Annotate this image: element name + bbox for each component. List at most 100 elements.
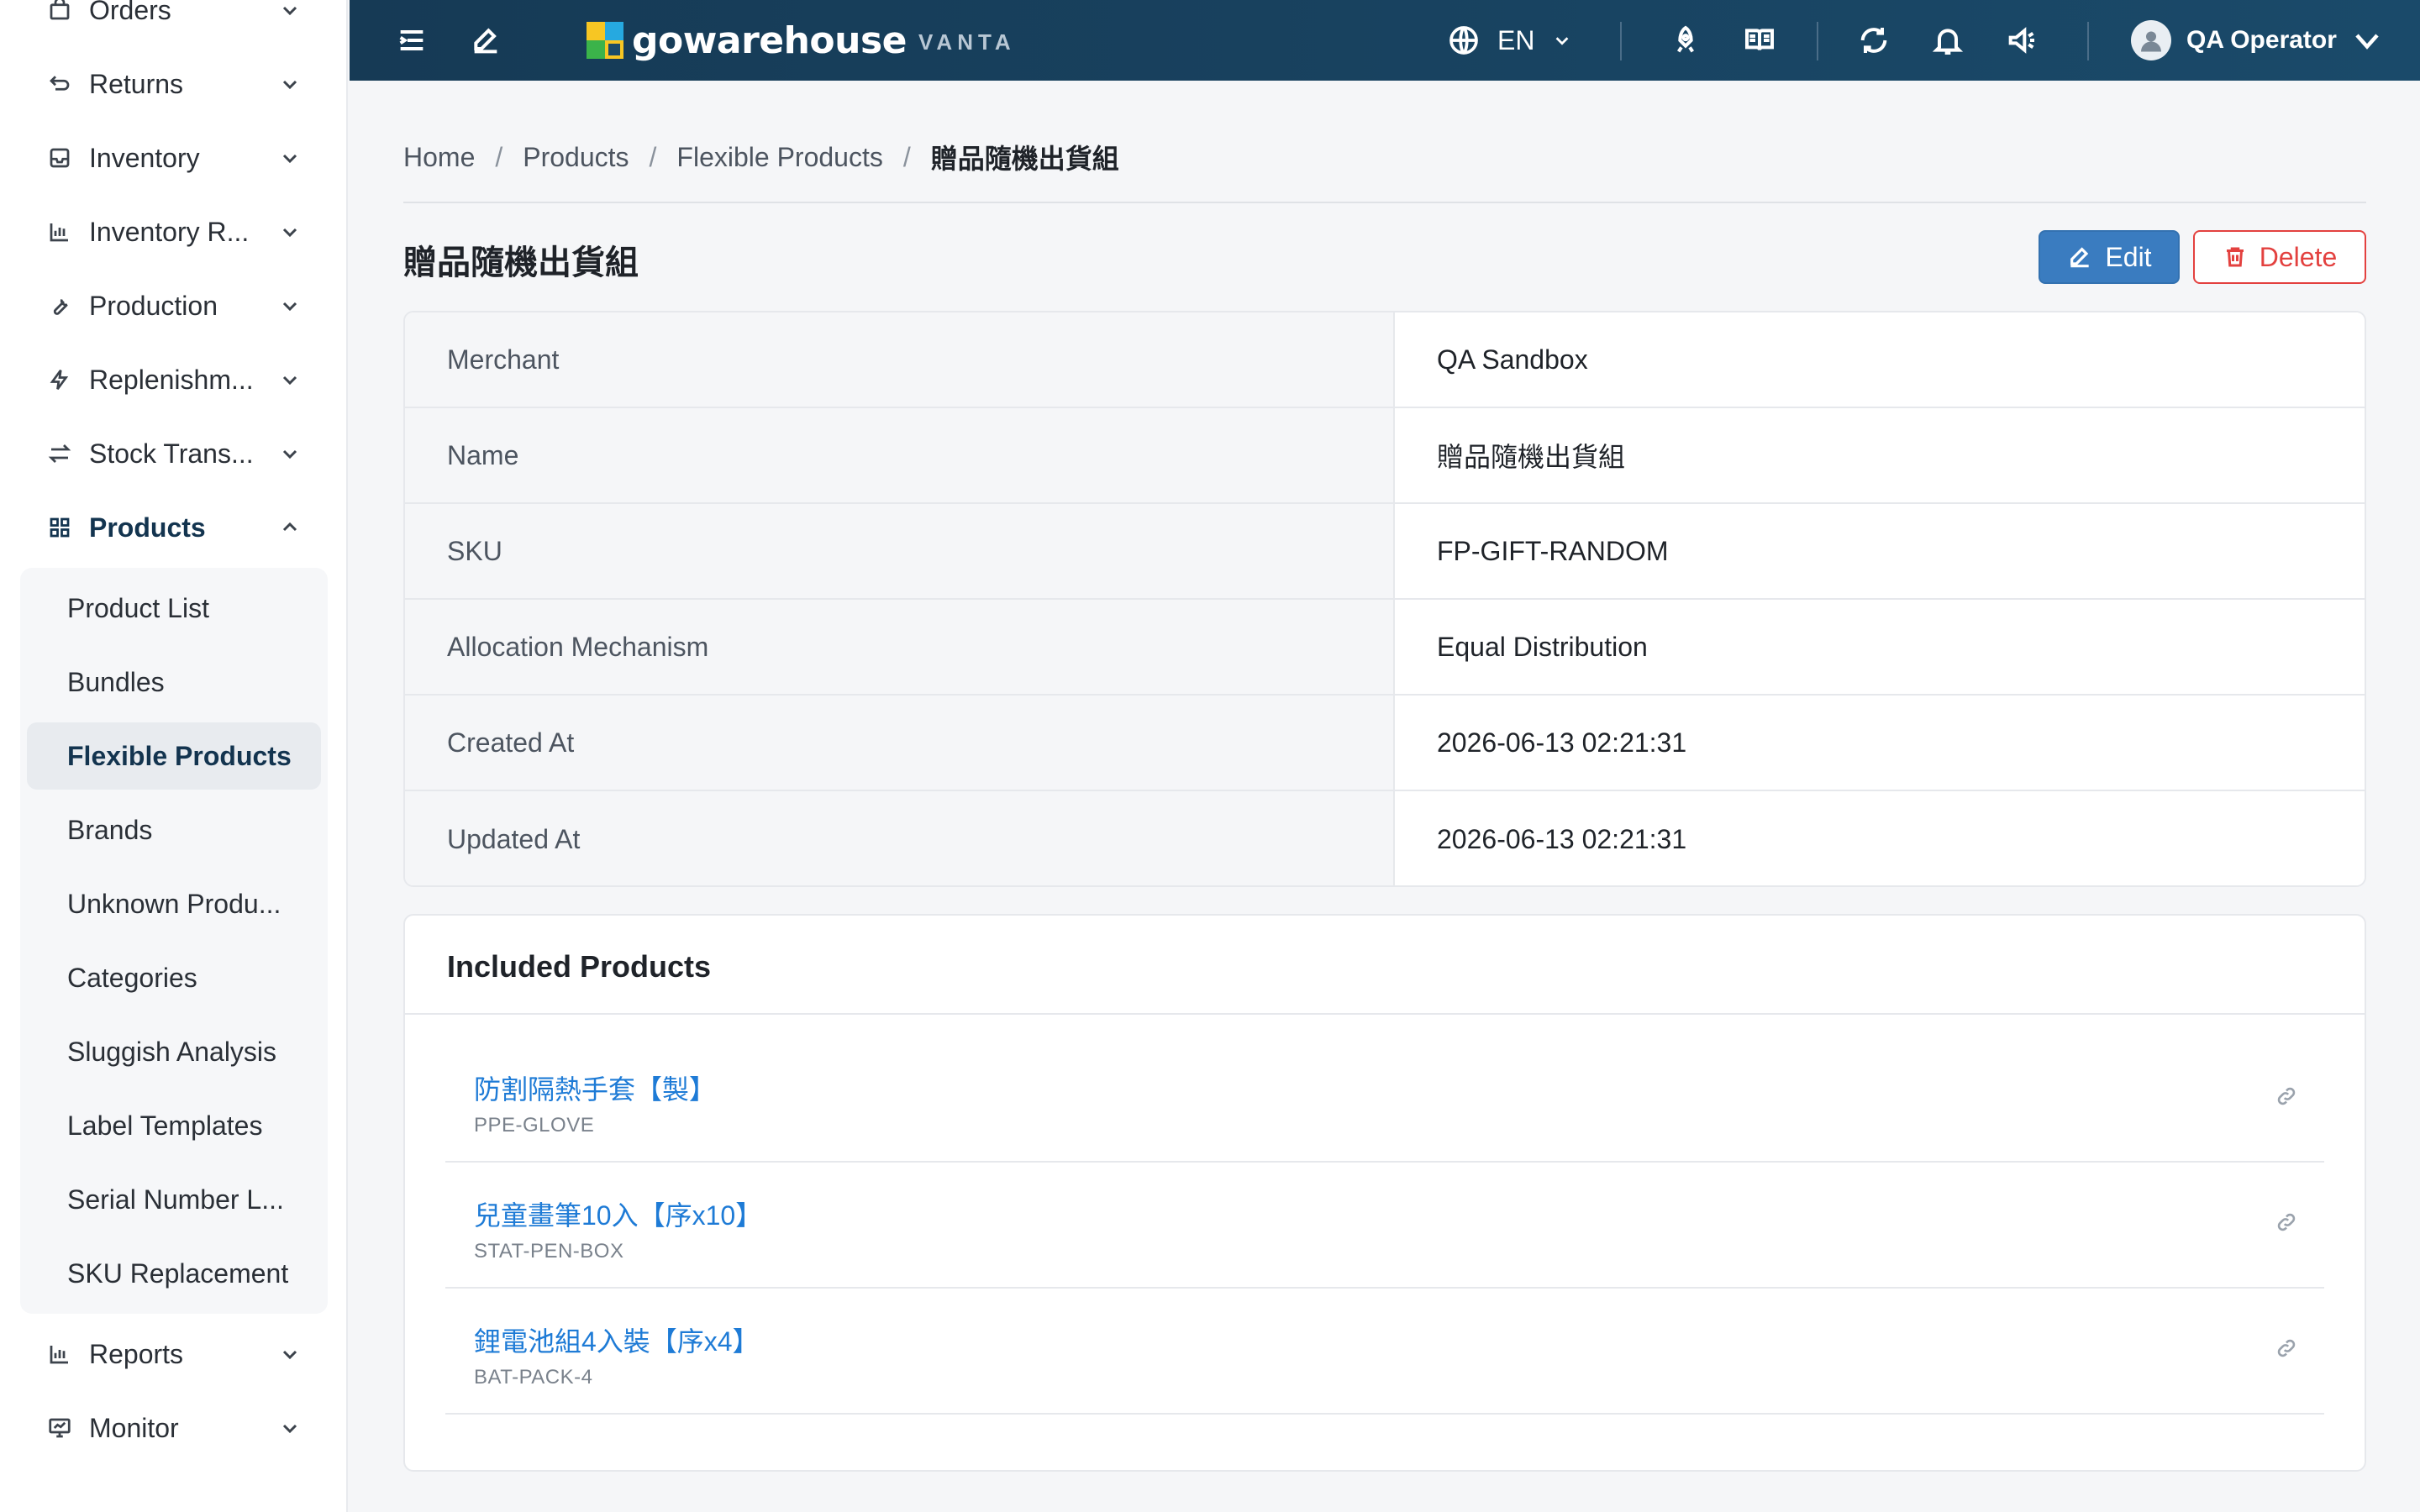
detail-value: FP-GIFT-RANDOM (1395, 504, 2365, 598)
breadcrumb-separator: / (495, 141, 503, 172)
section-divider (403, 202, 2366, 203)
chevron-down-icon (1556, 37, 1569, 45)
sidebar-item-inventory[interactable]: Inventory (0, 121, 328, 195)
submenu-item-unknown-products[interactable]: Unknown Produ... (27, 870, 321, 937)
brand-logo[interactable]: gowarehouse VANTA (587, 17, 1016, 64)
products-submenu: Product List Bundles Flexible Products B… (20, 568, 328, 1314)
detail-row: Merchant QA Sandbox (405, 312, 2365, 408)
brand-name: gowarehouse (632, 18, 908, 62)
brand-subtitle: VANTA (918, 29, 1016, 55)
refresh-icon[interactable] (1854, 20, 1894, 60)
rocket-icon[interactable] (1665, 20, 1706, 60)
breadcrumb-home[interactable]: Home (403, 142, 475, 173)
link-icon[interactable] (2274, 1210, 2299, 1235)
edit-button-label: Edit (2105, 241, 2152, 272)
edit-pen-icon[interactable] (466, 20, 506, 60)
included-products-card: Included Products 防割隔熱手套【製】 PPE-GLOVE 兒童… (403, 914, 2366, 1472)
submenu-item-sku-replacement[interactable]: SKU Replacement (27, 1240, 321, 1307)
breadcrumb-separator: / (902, 141, 911, 172)
edit-button[interactable]: Edit (2039, 230, 2180, 284)
detail-row: Updated At 2026-06-13 02:21:31 (405, 791, 2365, 885)
megaphone-icon[interactable] (2002, 20, 2042, 60)
detail-key: Merchant (405, 312, 1395, 407)
edit-pen-icon (2070, 247, 2090, 268)
submenu-item-brands[interactable]: Brands (27, 796, 321, 864)
breadcrumb-separator: / (649, 141, 657, 172)
swap-arrows-icon (45, 439, 74, 468)
product-link[interactable]: 兒童畫筆10入【序x10】 (474, 1194, 762, 1233)
monitor-icon (45, 1414, 74, 1442)
sidebar-item-returns[interactable]: Returns (0, 47, 328, 121)
chevron-down-icon (277, 441, 302, 466)
list-item: 兒童畫筆10入【序x10】 STAT-PEN-BOX (445, 1163, 2324, 1289)
user-menu[interactable]: QA Operator (2131, 17, 2382, 64)
menu-collapse-icon[interactable] (392, 20, 432, 60)
detail-value: 2026-06-13 02:21:31 (1395, 791, 2365, 885)
header-divider (2087, 22, 2089, 60)
sidebar-item-label: Returns (89, 68, 184, 99)
sidebar-item-replenishment[interactable]: Replenishm... (0, 343, 328, 417)
bar-chart-icon (45, 1340, 74, 1368)
grid-icon (45, 513, 74, 542)
sidebar-item-stock-transfer[interactable]: Stock Trans... (0, 417, 328, 491)
chevron-down-icon (277, 367, 302, 392)
link-icon[interactable] (2274, 1084, 2299, 1109)
logo-mark-icon (587, 22, 623, 59)
detail-row: Created At 2026-06-13 02:21:31 (405, 696, 2365, 791)
sidebar-item-production[interactable]: Production (0, 269, 328, 343)
detail-key: SKU (405, 504, 1395, 598)
user-name: QA Operator (2186, 26, 2337, 54)
sidebar-item-reports[interactable]: Reports (0, 1317, 328, 1391)
submenu-item-sluggish-analysis[interactable]: Sluggish Analysis (27, 1018, 321, 1085)
submenu-item-flexible-products[interactable]: Flexible Products (27, 722, 321, 790)
detail-row: Name 贈品隨機出貨組 (405, 408, 2365, 504)
submenu-item-bundles[interactable]: Bundles (27, 648, 321, 716)
submenu-item-product-list[interactable]: Product List (27, 575, 321, 642)
card-divider (405, 1013, 2365, 1015)
detail-value: QA Sandbox (1395, 312, 2365, 407)
sidebar-item-label: Production (89, 290, 218, 321)
sidebar-item-orders[interactable]: Orders (0, 0, 328, 47)
sidebar: Orders Returns Inventory Inventory R... … (0, 0, 348, 1512)
breadcrumb-flexible-products[interactable]: Flexible Products (676, 142, 882, 173)
bell-icon[interactable] (1928, 20, 1968, 60)
chevron-down-icon (277, 145, 302, 171)
submenu-item-categories[interactable]: Categories (27, 944, 321, 1011)
link-icon[interactable] (2274, 1336, 2299, 1361)
detail-key: Created At (405, 696, 1395, 790)
header-divider (1620, 22, 1622, 60)
lightning-icon (45, 365, 74, 394)
breadcrumb: Home / Products / Flexible Products / 贈品… (403, 138, 1119, 176)
detail-value: 2026-06-13 02:21:31 (1395, 696, 2365, 790)
submenu-item-serial-number[interactable]: Serial Number L... (27, 1166, 321, 1233)
sidebar-item-inventory-reports[interactable]: Inventory R... (0, 195, 328, 269)
list-item: 鋰電池組4入裝【序x4】 BAT-PACK-4 (445, 1289, 2324, 1415)
breadcrumb-current: 贈品隨機出貨組 (930, 144, 1119, 174)
sidebar-item-monitor[interactable]: Monitor (0, 1391, 328, 1465)
chevron-up-icon (277, 515, 302, 540)
sidebar-item-label: Reports (89, 1338, 184, 1369)
return-arrow-icon (45, 70, 74, 98)
card-title: Included Products (447, 949, 712, 984)
delete-button[interactable]: Delete (2193, 230, 2366, 284)
submenu-item-label-templates[interactable]: Label Templates (27, 1092, 321, 1159)
sidebar-item-label: Replenishm... (89, 364, 254, 395)
breadcrumb-products[interactable]: Products (523, 142, 629, 173)
sidebar-item-products[interactable]: Products (0, 491, 328, 564)
bar-chart-icon (45, 218, 74, 246)
detail-key: Allocation Mechanism (405, 600, 1395, 694)
user-icon (2141, 31, 2161, 52)
chevron-down-icon (277, 293, 302, 318)
inbox-icon (45, 144, 74, 172)
detail-row: Allocation Mechanism Equal Distribution (405, 600, 2365, 696)
product-link[interactable]: 防割隔熱手套【製】 (474, 1068, 716, 1107)
product-link[interactable]: 鋰電池組4入裝【序x4】 (474, 1320, 760, 1359)
product-sku: STAT-PEN-BOX (474, 1240, 624, 1263)
shopping-bag-icon (45, 0, 74, 24)
chevron-down-icon (277, 71, 302, 97)
language-label: EN (1497, 24, 1535, 55)
language-selector[interactable]: EN (1447, 20, 1571, 60)
detail-key: Updated At (405, 791, 1395, 885)
book-icon[interactable] (1739, 20, 1780, 60)
detail-table: Merchant QA Sandbox Name 贈品隨機出貨組 SKU FP-… (403, 311, 2366, 887)
